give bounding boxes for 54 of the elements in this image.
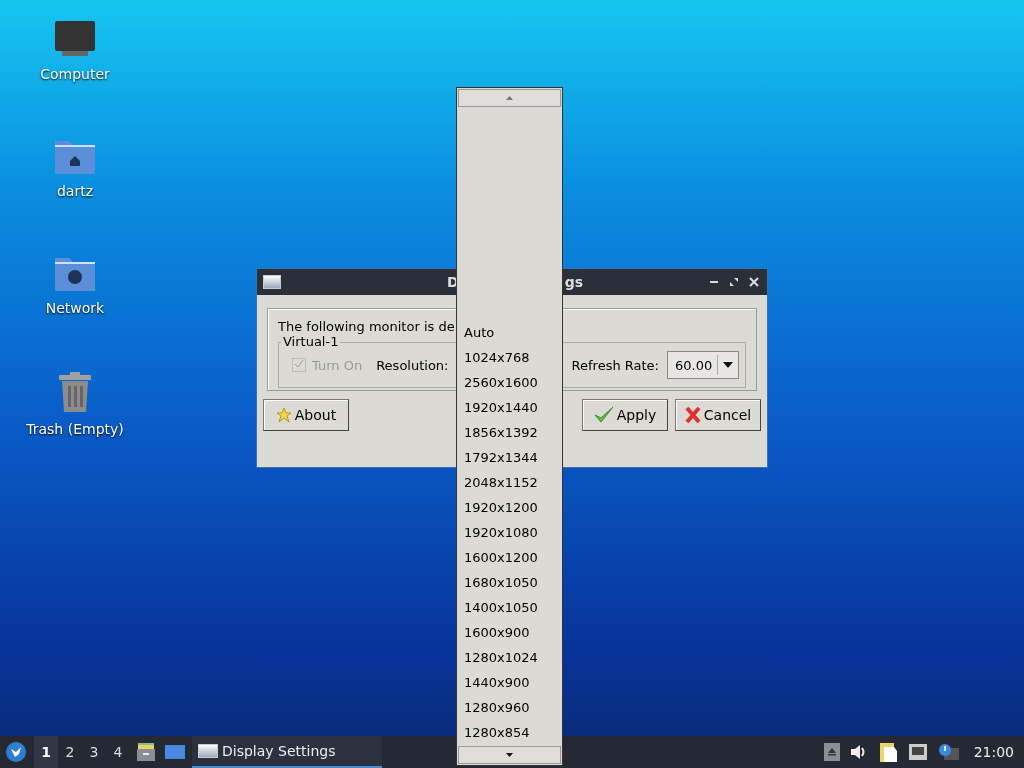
dropdown-option[interactable]: 1280x854 (457, 720, 562, 745)
eject-icon[interactable] (823, 743, 840, 761)
dropdown-option[interactable]: Auto (457, 320, 562, 345)
notification-icon[interactable] (937, 743, 960, 761)
workspace-button[interactable]: 1 (34, 736, 58, 768)
monitor-icon (54, 20, 96, 58)
bird-logo-icon[interactable] (6, 742, 26, 762)
resolution-label: Resolution: (376, 357, 449, 373)
clock[interactable]: 21:00 (973, 744, 1014, 760)
dropdown-option[interactable]: 1400x1050 (457, 595, 562, 620)
trash-icon (57, 371, 93, 413)
up-arrow-icon (506, 96, 513, 100)
cancel-button[interactable]: Cancel (675, 399, 761, 431)
group-title: Virtual-1 (281, 334, 341, 349)
dropdown-option[interactable]: 1600x1200 (457, 545, 562, 570)
network-icon[interactable] (907, 743, 928, 761)
caret-icon (723, 362, 733, 368)
file-cabinet-icon[interactable] (136, 742, 156, 762)
refresh-rate-dropdown[interactable]: 60.00 (667, 351, 739, 379)
dropdown-option[interactable]: 1856x1392 (457, 420, 562, 445)
close-icon[interactable] (749, 277, 759, 287)
window-icon (263, 275, 281, 289)
desktop-icon-label[interactable]: Trash (Empty) (26, 421, 124, 437)
workspace-button[interactable]: 3 (82, 736, 106, 768)
maximize-icon[interactable] (729, 277, 739, 287)
dropdown-option[interactable]: 1920x1200 (457, 495, 562, 520)
desktop-icon-label[interactable]: dartz (56, 183, 94, 199)
desktop-icon-label[interactable]: Network (45, 300, 105, 316)
dropdown-option[interactable]: 1600x900 (457, 620, 562, 645)
workspace-button[interactable]: 2 (58, 736, 82, 768)
star-icon (275, 407, 292, 423)
dropdown-option[interactable]: 1280x1024 (457, 645, 562, 670)
checkmark-icon (593, 406, 614, 424)
desktop-icon[interactable] (164, 743, 186, 761)
about-button[interactable]: About (263, 399, 349, 431)
down-arrow-icon (506, 753, 513, 757)
dropdown-option[interactable]: 2048x1152 (457, 470, 562, 495)
message-text: The following monitor is de (278, 319, 455, 334)
checkbox-label: Turn On (312, 357, 363, 373)
dropdown-option[interactable]: 1920x1080 (457, 520, 562, 545)
clipboard-icon[interactable] (877, 741, 898, 763)
dropdown-option[interactable]: 1440x900 (457, 670, 562, 695)
apply-button[interactable]: Apply (582, 399, 668, 431)
workspace-button[interactable]: 4 (106, 736, 130, 768)
window-title: gs (564, 274, 583, 290)
dropdown-option[interactable]: 1680x1050 (457, 570, 562, 595)
cross-icon (684, 406, 701, 424)
dropdown-option[interactable]: 1792x1344 (457, 445, 562, 470)
dropdown-option[interactable]: 1024x768 (457, 345, 562, 370)
dropdown-option[interactable]: 1280x960 (457, 695, 562, 720)
task-button[interactable]: Display Settings (192, 736, 382, 768)
dropdown-option[interactable]: 2560x1600 (457, 370, 562, 395)
refresh-rate-label: Refresh Rate: (571, 357, 659, 373)
dropdown-option[interactable]: 1920x1440 (457, 395, 562, 420)
